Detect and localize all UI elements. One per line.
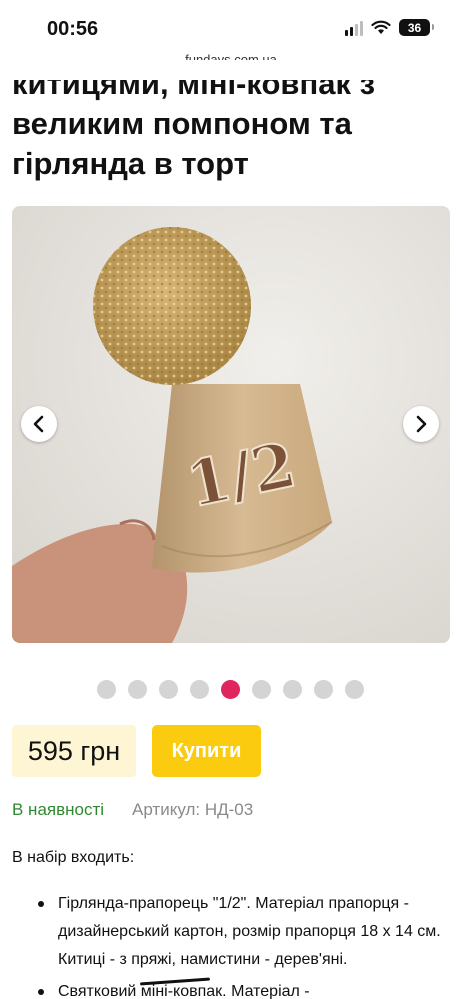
title-line: великим помпоном та (12, 106, 352, 141)
gallery-dot[interactable] (345, 680, 364, 699)
product-title: китицями, міні-ковпак з великим помпоном… (12, 60, 452, 190)
chevron-right-icon (416, 415, 427, 433)
buy-button[interactable]: Купити (152, 725, 261, 777)
set-contents-list: Гірлянда-прапорець "1/2". Матеріал прапо… (38, 890, 458, 999)
title-line: гірлянда в торт (12, 146, 249, 181)
status-bar: 00:56 36 (0, 0, 462, 50)
gallery-dot-active[interactable] (221, 680, 240, 699)
chevron-left-icon (33, 415, 44, 433)
product-photo: 1/2 (12, 206, 450, 643)
gallery-dot[interactable] (159, 680, 178, 699)
gallery-dot[interactable] (314, 680, 333, 699)
gallery-dot[interactable] (283, 680, 302, 699)
cellular-signal-icon (345, 20, 363, 36)
wifi-icon (371, 20, 391, 34)
status-time: 00:56 (47, 18, 99, 40)
list-item: Гірлянда-прапорець "1/2". Матеріал прапо… (38, 890, 458, 974)
gallery-dot[interactable] (190, 680, 209, 699)
gallery-prev-button[interactable] (21, 406, 57, 442)
sku-label: Артикул: НД-03 (132, 800, 254, 819)
gallery-pagination (97, 680, 364, 699)
set-contents-heading: В набір входить: (12, 849, 135, 866)
status-icons: 36 (345, 19, 434, 36)
stock-status: В наявності (12, 800, 105, 819)
battery-icon: 36 (399, 19, 434, 36)
product-image-gallery[interactable]: 1/2 (12, 206, 450, 643)
gallery-dot[interactable] (97, 680, 116, 699)
price-tag: 595 грн (12, 725, 136, 777)
list-item: Святковий міні-ковпак. Матеріал - (38, 978, 458, 999)
gallery-dot[interactable] (252, 680, 271, 699)
gallery-next-button[interactable] (403, 406, 439, 442)
gallery-dot[interactable] (128, 680, 147, 699)
